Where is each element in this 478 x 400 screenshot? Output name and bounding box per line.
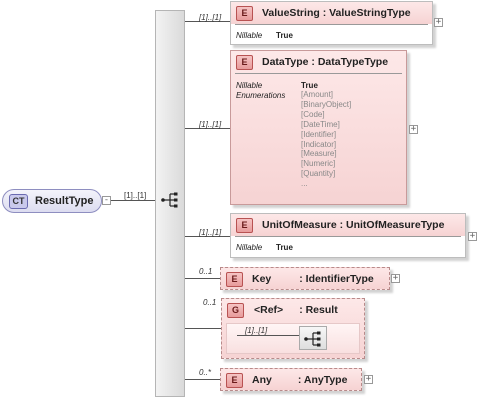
key-name: Key: IdentifierType — [252, 273, 374, 285]
enum-value: [Indicator] — [301, 139, 337, 149]
datatype-name: DataType : DataTypeType — [262, 56, 389, 68]
group-sequence-box[interactable] — [299, 326, 327, 350]
enum-value: [Measure] — [301, 149, 337, 159]
complex-type-node[interactable]: CT ResultType — [2, 189, 102, 213]
group-name: <Ref>: Result — [254, 304, 338, 316]
enum-value: [Amount] — [301, 90, 334, 99]
nillable-value: True — [301, 81, 318, 90]
enum-value: ... — [301, 179, 308, 189]
element-badge: E — [226, 271, 243, 287]
unitofmeasure-name: UnitOfMeasure : UnitOfMeasureType — [262, 219, 445, 231]
enum-value: [Identifier] — [301, 129, 337, 139]
valuestring-name: ValueString : ValueStringType — [262, 7, 411, 19]
expand-toggle-icon[interactable]: + — [434, 18, 443, 27]
enum-value: [Quantity] — [301, 169, 336, 179]
datatype-occurrence: [1]..[1] — [199, 120, 222, 129]
element-badge: E — [226, 372, 243, 388]
group-occurrence: 0..1 — [203, 298, 217, 307]
separator — [235, 236, 461, 237]
enum-value: [Numeric] — [301, 159, 336, 169]
key-element-card[interactable]: E Key: IdentifierType — [220, 267, 390, 290]
connector-group — [185, 328, 221, 329]
any-name: Any: AnyType — [252, 374, 348, 386]
enum-value: [DateTime] — [301, 119, 340, 129]
key-occurrence: 0..1 — [199, 267, 213, 276]
nillable-label: Nillable — [236, 31, 263, 40]
group-content: [1]..[1] — [226, 323, 360, 354]
enumerations-list: [Amount] [BinaryObject] [Code] [DateTime… — [301, 90, 351, 189]
connector-key — [185, 278, 220, 279]
datatype-element-card[interactable]: E DataType : DataTypeType Nillable True … — [230, 50, 407, 205]
enum-value: [Code] — [301, 109, 325, 119]
element-badge: E — [236, 5, 253, 21]
enum-value: [BinaryObject] — [301, 99, 352, 109]
collapse-toggle-icon[interactable]: - — [102, 196, 111, 205]
expand-toggle-icon[interactable]: + — [409, 125, 418, 134]
connector-any — [185, 379, 220, 380]
any-element-card[interactable]: E Any: AnyType — [220, 368, 362, 391]
nillable-label: Nillable — [236, 81, 263, 90]
group-ref-card[interactable]: G <Ref>: Result [1]..[1] — [221, 298, 365, 359]
element-badge: E — [236, 54, 253, 70]
expand-toggle-icon[interactable]: + — [468, 232, 477, 241]
separator — [235, 73, 402, 74]
valuestring-occurrence: [1]..[1] — [199, 13, 222, 22]
valuestring-element-card[interactable]: E ValueString : ValueStringType Nillable… — [230, 1, 433, 45]
separator — [235, 24, 428, 25]
expand-toggle-icon[interactable]: + — [364, 375, 373, 384]
ct-connector-line — [110, 200, 155, 201]
nillable-value: True — [276, 31, 293, 40]
group-inner-occurrence: [1]..[1] — [245, 326, 268, 335]
nillable-label: Nillable — [236, 243, 263, 252]
group-inner-connector — [237, 335, 299, 336]
ct-occurrence: [1]..[1] — [124, 191, 147, 200]
unitofmeasure-element-card[interactable]: E UnitOfMeasure : UnitOfMeasureType Nill… — [230, 213, 466, 258]
any-occurrence: 0..* — [199, 368, 212, 377]
complex-type-name: ResultType — [35, 195, 94, 207]
group-badge: G — [227, 302, 244, 318]
unitofmeasure-occurrence: [1]..[1] — [199, 228, 222, 237]
enumerations-label: Enumerations — [236, 91, 286, 100]
sequence-compositor-icon — [304, 331, 321, 347]
complex-type-badge: CT — [9, 193, 28, 209]
element-badge: E — [236, 217, 253, 233]
nillable-value: True — [276, 243, 293, 252]
expand-toggle-icon[interactable]: + — [391, 274, 400, 283]
sequence-compositor-icon[interactable] — [161, 191, 181, 209]
